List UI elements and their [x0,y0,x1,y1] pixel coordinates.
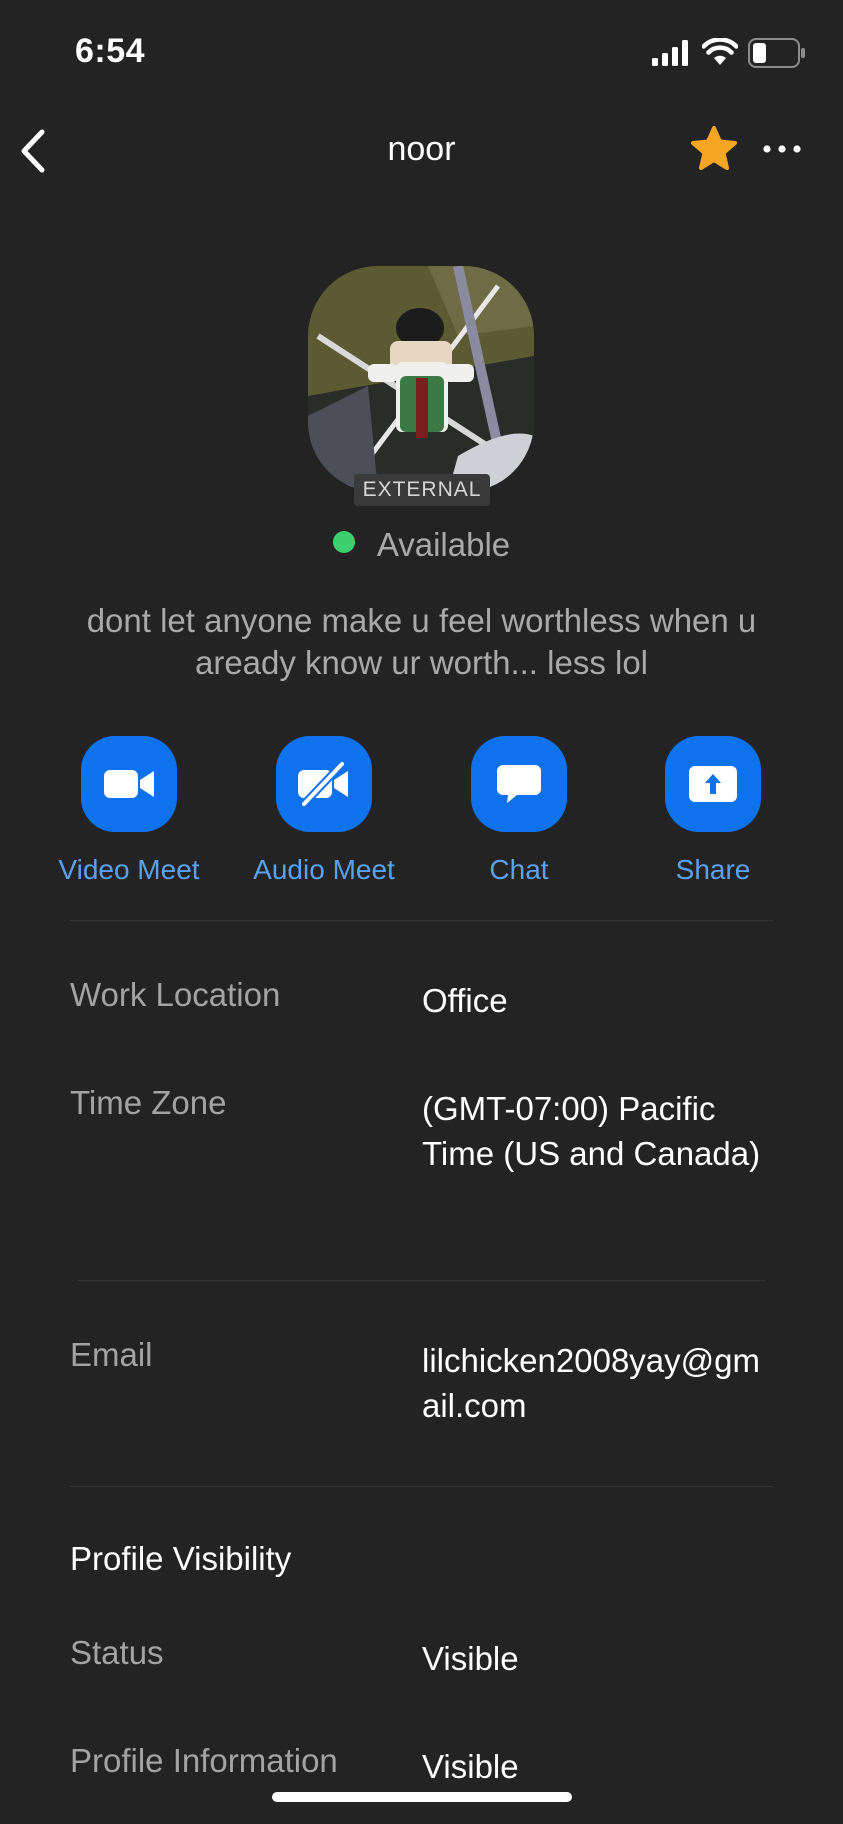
divider [70,1486,773,1487]
chat-circle [471,736,567,832]
time-zone-value: (GMT-07:00) Pacific Time (US and Canada) [422,1090,761,1172]
video-camera-icon [104,770,154,798]
favorite-star-icon[interactable] [690,125,738,171]
share-circle [665,736,761,832]
camera-off-icon [298,760,348,808]
wifi-icon [702,38,738,65]
chat-label: Chat [489,854,549,885]
status-time: 6:54 [75,32,146,70]
external-badge: EXTERNAL [354,474,490,506]
audio-meet-button[interactable]: Audio Meet [234,736,414,886]
share-label: Share [675,854,751,885]
visibility-status-value: Visible [422,1640,519,1677]
profile-information-value: Visible [422,1748,519,1785]
chat-bubble-icon [497,765,541,803]
video-meet-circle [81,736,177,832]
time-zone-label: Time Zone [70,1084,227,1121]
more-options-icon[interactable] [760,132,804,166]
email-label: Email [70,1336,153,1373]
video-meet-button[interactable]: Video Meet [39,736,219,886]
email-value[interactable]: lilchicken2008yay@gmail.com [422,1338,772,1428]
share-upload-icon [689,766,737,802]
nav-bar: noor [0,110,843,190]
work-location-value: Office [422,982,508,1019]
home-indicator[interactable] [272,1792,572,1802]
video-meet-label: Video Meet [58,854,200,885]
chat-button[interactable]: Chat [429,736,609,886]
presence-label: Available [376,526,511,563]
status-bar: 6:54 [0,0,843,100]
profile-visibility-title: Profile Visibility [70,1540,292,1577]
visibility-status-label: Status [70,1634,164,1671]
avatar [308,266,534,492]
audio-meet-label: Audio Meet [253,854,395,885]
share-button[interactable]: Share [623,736,803,886]
action-buttons: Video Meet Audio Meet Chat Share [0,736,843,886]
battery-icon [748,38,805,68]
status-message: dont let anyone make u feel worthless wh… [86,602,757,681]
profile-information-label: Profile Information [70,1742,338,1779]
cellular-signal-icon [652,40,688,66]
presence-dot-icon [332,531,355,553]
divider [78,1280,765,1281]
work-location-label: Work Location [70,976,281,1013]
divider [70,920,773,921]
presence-status: Available [0,526,843,564]
audio-meet-circle [276,736,372,832]
avatar-image [308,266,534,492]
